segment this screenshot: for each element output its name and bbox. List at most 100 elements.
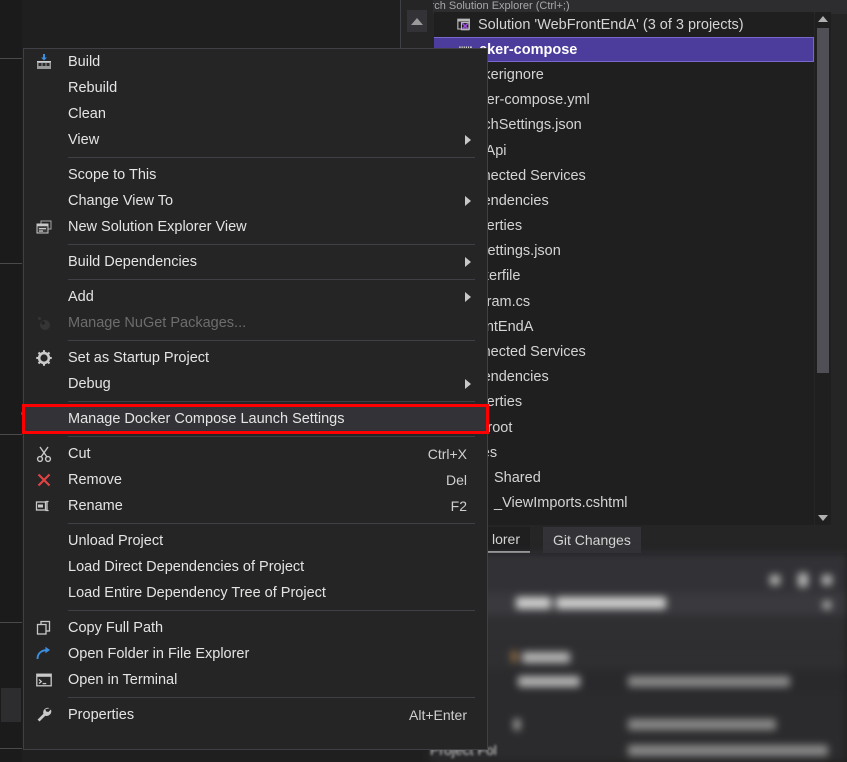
menu-item-scope-to-this[interactable]: Scope to This: [24, 162, 487, 188]
menu-item-properties[interactable]: PropertiesAlt+Enter: [24, 702, 487, 728]
menu-item-shortcut: Del: [446, 472, 467, 488]
nuget-icon: [33, 313, 55, 333]
menu-item-open-folder-in-file-explorer[interactable]: Open Folder in File Explorer: [24, 641, 487, 667]
tree-item[interactable]: .dockerignore: [434, 62, 814, 87]
menu-separator: [68, 436, 475, 437]
tree-item-label: Solution 'WebFrontEndA' (3 of 3 projects…: [478, 17, 744, 33]
submenu-arrow-icon: [465, 257, 471, 267]
tree-item[interactable]: Dockerfile: [434, 264, 814, 289]
close-button[interactable]: [822, 575, 832, 585]
menu-item-rename[interactable]: RenameF2: [24, 493, 487, 519]
maximize-button[interactable]: [798, 573, 808, 587]
tree-item[interactable]: Properties: [434, 390, 814, 415]
tree-item[interactable]: Connected Services: [434, 163, 814, 188]
tree-item-label: Shared: [494, 470, 541, 486]
scrollbar-down-arrow[interactable]: [816, 511, 830, 525]
menu-item-view[interactable]: View: [24, 127, 487, 153]
dock-divider: [0, 622, 22, 623]
gear-icon: [33, 348, 55, 368]
menu-item-manage-docker-compose-launch-settings[interactable]: Manage Docker Compose Launch Settings: [24, 406, 487, 432]
menu-item-load-entire-dependency-tree-of-project[interactable]: Load Entire Dependency Tree of Project: [24, 580, 487, 606]
project-properties-window[interactable]: [430, 553, 847, 762]
properties-subheader-prefix: [516, 597, 551, 609]
scrollbar-thumb[interactable]: [817, 28, 829, 373]
menu-item-open-in-terminal[interactable]: Open in Terminal: [24, 667, 487, 693]
profile-value: [628, 676, 790, 687]
tree-item[interactable]: Shared: [434, 465, 814, 490]
profile-label: [518, 676, 580, 687]
copy-icon: [33, 618, 55, 638]
menu-item-build[interactable]: Build: [24, 49, 487, 75]
menu-item-label: View: [68, 132, 99, 148]
menu-item-add[interactable]: Add: [24, 284, 487, 310]
menu-item-cut[interactable]: CutCtrl+X: [24, 441, 487, 467]
solution-explorer-scrollbar[interactable]: [815, 12, 831, 525]
tab-git-changes[interactable]: Git Changes: [543, 527, 641, 553]
compose-command-value: [628, 719, 776, 730]
menu-separator: [68, 157, 475, 158]
menu-item-new-solution-explorer-view[interactable]: New Solution Explorer View: [24, 214, 487, 240]
triangle-up-icon: [818, 16, 828, 22]
tab-solution-explorer[interactable]: lorer: [482, 527, 530, 553]
build-icon: [33, 52, 55, 72]
menu-item-label: Unload Project: [68, 533, 163, 549]
submenu-arrow-icon: [465, 196, 471, 206]
menu-item-debug[interactable]: Debug: [24, 371, 487, 397]
menu-separator: [68, 610, 475, 611]
menu-separator: [68, 340, 475, 341]
project-folder-value: [628, 745, 828, 756]
scroll-up-button[interactable]: [407, 10, 427, 32]
tree-item[interactable]: Connected Services: [434, 339, 814, 364]
tree-item[interactable]: bFrontEndA: [434, 314, 814, 339]
terminal-icon: [33, 670, 55, 690]
menu-item-label: Add: [68, 289, 94, 305]
tree-item[interactable]: @_ViewImports.cshtml: [434, 491, 814, 516]
dock-tool-tab[interactable]: [1, 688, 21, 722]
menu-item-copy-full-path[interactable]: Copy Full Path: [24, 615, 487, 641]
properties-title-bar: [430, 553, 847, 593]
menu-item-label: Rebuild: [68, 80, 117, 96]
tree-item[interactable]: docker-compose.yml: [434, 88, 814, 113]
menu-item-label: Load Direct Dependencies of Project: [68, 559, 304, 575]
menu-item-label: Open Folder in File Explorer: [68, 646, 249, 662]
menu-item-set-as-startup-project[interactable]: Set as Startup Project: [24, 345, 487, 371]
menu-item-label: Build: [68, 54, 100, 70]
tree-item[interactable]: cker-compose: [434, 37, 814, 62]
menu-item-load-direct-dependencies-of-project[interactable]: Load Direct Dependencies of Project: [24, 554, 487, 580]
solution-explorer-tree[interactable]: Solution 'WebFrontEndA' (3 of 3 projects…: [434, 12, 814, 525]
tree-item[interactable]: Pages: [434, 440, 814, 465]
minimize-button[interactable]: [770, 575, 780, 585]
tree-item-label: _ViewImports.cshtml: [494, 495, 628, 511]
tree-item[interactable]: launchSettings.json: [434, 113, 814, 138]
menu-item-clean[interactable]: Clean: [24, 101, 487, 127]
menu-item-label: Copy Full Path: [68, 620, 163, 636]
tree-item[interactable]: appsettings.json: [434, 239, 814, 264]
tree-item[interactable]: WebApi: [434, 138, 814, 163]
menu-item-label: Manage NuGet Packages...: [68, 315, 246, 331]
dock-divider: [0, 748, 22, 749]
wrench-icon: [33, 705, 55, 725]
menu-item-rebuild[interactable]: Rebuild: [24, 75, 487, 101]
menu-item-label: Properties: [68, 707, 134, 723]
tree-item[interactable]: Program.cs: [434, 289, 814, 314]
properties-pin-button[interactable]: [823, 601, 831, 609]
tree-item[interactable]: Solution 'WebFrontEndA' (3 of 3 projects…: [434, 12, 814, 37]
project-context-menu[interactable]: Build Rebuild Clean View Scope to ThisChange…: [23, 48, 488, 750]
tree-item[interactable]: Dependencies: [434, 365, 814, 390]
menu-item-remove[interactable]: RemoveDel: [24, 467, 487, 493]
menu-item-change-view-to[interactable]: Change View To: [24, 188, 487, 214]
left-dock-strip: [0, 0, 22, 762]
row-marker: [514, 719, 520, 730]
scrollbar-up-arrow[interactable]: [816, 12, 830, 26]
tree-item[interactable]: Dependencies: [434, 188, 814, 213]
rename-icon: [33, 496, 55, 516]
tree-item[interactable]: wwwroot: [434, 415, 814, 440]
menu-item-shortcut: Ctrl+X: [428, 446, 467, 462]
solution-icon: [456, 17, 473, 32]
menu-item-label: Debug: [68, 376, 111, 392]
menu-item-unload-project[interactable]: Unload Project: [24, 528, 487, 554]
tree-item[interactable]: Properties: [434, 214, 814, 239]
group-expander-icon[interactable]: [512, 651, 516, 662]
menu-item-build-dependencies[interactable]: Build Dependencies: [24, 249, 487, 275]
menu-item-label: Build Dependencies: [68, 254, 197, 270]
